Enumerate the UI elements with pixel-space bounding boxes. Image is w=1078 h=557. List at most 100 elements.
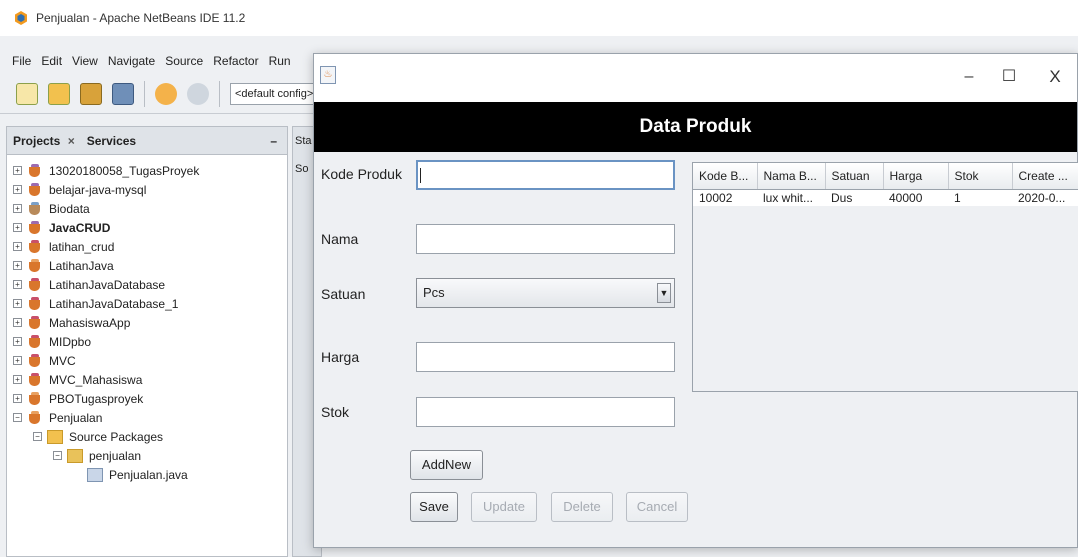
column-header-satuan[interactable]: Satuan: [825, 163, 884, 190]
tree-item-project[interactable]: + MVC: [7, 351, 287, 370]
column-header-stok[interactable]: Stok: [948, 163, 1013, 190]
stok-label: Stok: [321, 404, 350, 420]
expand-icon[interactable]: +: [13, 204, 22, 213]
addnew-button[interactable]: AddNew: [410, 450, 483, 480]
close-icon[interactable]: ×: [68, 134, 75, 148]
cancel-button[interactable]: Cancel: [626, 492, 688, 522]
tree-item-project[interactable]: + 13020180058_TugasProyek: [7, 161, 287, 180]
expand-icon[interactable]: +: [13, 280, 22, 289]
maximize-button[interactable]: ☐: [994, 66, 1024, 90]
java-file-icon: [87, 467, 103, 482]
new-file-icon[interactable]: [16, 82, 38, 105]
table-cell[interactable]: 2020-0...: [1012, 189, 1078, 206]
tree-item-project[interactable]: + Biodata: [7, 199, 287, 218]
product-table-scroll-pane[interactable]: Kode B... Nama B... Satuan Harga Stok Cr…: [692, 162, 1078, 392]
table-cell[interactable]: 40000: [883, 189, 948, 206]
expand-icon[interactable]: +: [13, 375, 22, 384]
column-header-harga[interactable]: Harga: [883, 163, 949, 190]
expand-icon[interactable]: +: [13, 318, 22, 327]
java-app-icon: ♨: [320, 66, 336, 84]
kode-produk-field[interactable]: [416, 160, 675, 190]
table-row[interactable]: 10002 lux whit... Dus 40000 1 2020-0...: [693, 189, 1078, 206]
tree-item-java-file[interactable]: Penjualan.java: [7, 465, 287, 484]
menu-navigate[interactable]: Navigate: [108, 54, 155, 68]
menu-file[interactable]: File: [12, 54, 31, 68]
menu-refactor[interactable]: Refactor: [213, 54, 258, 68]
menu-view[interactable]: View: [72, 54, 98, 68]
new-project-icon[interactable]: [48, 82, 70, 105]
table-cell[interactable]: 1: [948, 189, 1012, 206]
expand-icon[interactable]: +: [13, 242, 22, 251]
satuan-label: Satuan: [321, 286, 366, 302]
satuan-dropdown[interactable]: Pcs ▼: [416, 278, 675, 308]
tree-item-label: Penjualan: [49, 410, 103, 425]
package-icon: [67, 448, 83, 463]
collapse-icon[interactable]: −: [53, 451, 62, 460]
column-header-created[interactable]: Create ...: [1012, 163, 1078, 190]
tab-projects[interactable]: Projects ×: [13, 134, 75, 148]
tree-item-project[interactable]: + latihan_crud: [7, 237, 287, 256]
expand-icon[interactable]: +: [13, 166, 22, 175]
expand-icon[interactable]: +: [13, 223, 22, 232]
tree-item-label: Penjualan.java: [109, 467, 188, 482]
collapse-icon[interactable]: −: [33, 432, 42, 441]
dialog-title-bar: ♨ – ☐ X: [314, 54, 1077, 102]
menu-source[interactable]: Source: [165, 54, 203, 68]
table-cell[interactable]: Dus: [825, 189, 883, 206]
save-all-icon[interactable]: [112, 82, 134, 105]
tree-item-project[interactable]: + LatihanJava: [7, 256, 287, 275]
tree-item-project[interactable]: + LatihanJavaDatabase_1: [7, 294, 287, 313]
tree-item-project[interactable]: + PBOTugasproyek: [7, 389, 287, 408]
table-cell[interactable]: lux whit...: [757, 189, 825, 206]
tree-item-project-expanded[interactable]: − Penjualan: [7, 408, 287, 427]
column-header-kode-barang[interactable]: Kode B...: [693, 163, 758, 190]
tree-item-package[interactable]: − penjualan: [7, 446, 287, 465]
column-header-nama-barang[interactable]: Nama B...: [757, 163, 826, 190]
tab-services[interactable]: Services: [87, 134, 136, 148]
nama-field[interactable]: [416, 224, 675, 254]
minimize-button[interactable]: –: [954, 66, 984, 90]
table-cell[interactable]: 10002: [693, 189, 757, 206]
tree-item-project-main[interactable]: + JavaCRUD: [7, 218, 287, 237]
tree-item-project[interactable]: + MIDpbo: [7, 332, 287, 351]
tree-item-label: LatihanJavaDatabase_1: [49, 296, 179, 311]
config-combo[interactable]: <default config>: [230, 82, 320, 105]
tree-item-label: latihan_crud: [49, 239, 115, 254]
menu-run[interactable]: Run: [269, 54, 291, 68]
update-button[interactable]: Update: [471, 492, 537, 522]
stok-field[interactable]: [416, 397, 675, 427]
tree-item-label: MVC_Mahasiswa: [49, 372, 143, 387]
product-table[interactable]: Kode B... Nama B... Satuan Harga Stok Cr…: [693, 163, 1078, 206]
expand-icon[interactable]: +: [13, 394, 22, 403]
tree-item-project[interactable]: + MVC_Mahasiswa: [7, 370, 287, 389]
expand-icon[interactable]: +: [13, 185, 22, 194]
expand-icon[interactable]: +: [13, 299, 22, 308]
minimize-panel-icon[interactable]: –: [270, 134, 277, 148]
java-project-icon: [27, 372, 43, 387]
java-project-icon: [27, 220, 43, 235]
tree-item-project[interactable]: + LatihanJavaDatabase: [7, 275, 287, 294]
tree-item-label: LatihanJavaDatabase: [49, 277, 166, 292]
collapse-icon[interactable]: −: [13, 413, 22, 422]
tree-item-project[interactable]: + MahasiswaApp: [7, 313, 287, 332]
dialog-header-title: Data Produk: [314, 102, 1077, 152]
delete-button[interactable]: Delete: [551, 492, 613, 522]
redo-icon[interactable]: [187, 82, 209, 105]
menu-edit[interactable]: Edit: [41, 54, 62, 68]
close-button[interactable]: X: [1040, 66, 1070, 90]
expand-icon[interactable]: +: [13, 337, 22, 346]
project-tree: + 13020180058_TugasProyek + belajar-java…: [7, 155, 287, 484]
tree-item-project[interactable]: + belajar-java-mysql: [7, 180, 287, 199]
open-project-icon[interactable]: [80, 82, 102, 105]
expand-icon[interactable]: +: [13, 356, 22, 365]
harga-field[interactable]: [416, 342, 675, 372]
expand-icon[interactable]: +: [13, 261, 22, 270]
dropdown-arrow-icon[interactable]: ▼: [657, 283, 671, 303]
toolbar-separator: [144, 80, 145, 107]
java-project-icon: [27, 334, 43, 349]
save-button[interactable]: Save: [410, 492, 458, 522]
dialog-body: Kode Produk Nama Satuan Pcs ▼ Harga Stok…: [314, 152, 1078, 547]
undo-icon[interactable]: [155, 82, 177, 105]
tree-item-label: MIDpbo: [49, 334, 92, 349]
tree-item-source-packages[interactable]: − Source Packages: [7, 427, 287, 446]
